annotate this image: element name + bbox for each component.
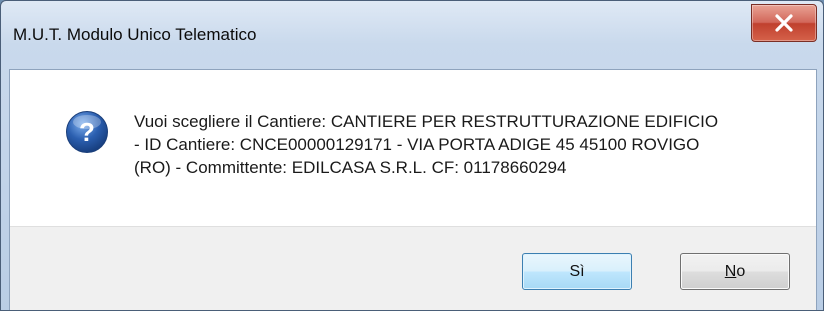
close-button[interactable] xyxy=(751,4,817,42)
dialog-message: Vuoi scegliere il Cantiere: CANTIERE PER… xyxy=(134,110,794,179)
message-line: Vuoi scegliere il Cantiere: CANTIERE PER… xyxy=(134,112,719,131)
window-title: M.U.T. Modulo Unico Telematico xyxy=(13,25,257,44)
button-bar: Sì No xyxy=(10,226,816,310)
svg-text:?: ? xyxy=(79,117,95,147)
dialog-window: M.U.T. Modulo Unico Telematico ? Vuoi sc… xyxy=(0,0,824,311)
message-line: (RO) - Committente: EDILCASA S.R.L. CF: … xyxy=(134,158,567,177)
yes-button-label: Sì xyxy=(569,263,585,280)
title-bar[interactable]: M.U.T. Modulo Unico Telematico xyxy=(1,1,823,69)
no-button-label: No xyxy=(725,263,745,280)
no-button[interactable]: No xyxy=(680,253,790,290)
yes-button[interactable]: Sì xyxy=(522,253,632,290)
message-line: - ID Cantiere: CNCE00000129171 - VIA POR… xyxy=(134,135,700,154)
no-button-mnemonic: N xyxy=(724,263,737,280)
dialog-body: ? Vuoi scegliere il Cantiere: CANTIERE P… xyxy=(9,69,817,310)
close-icon xyxy=(775,14,793,32)
no-button-label-rest: o xyxy=(736,263,746,280)
question-icon: ? xyxy=(66,111,108,153)
